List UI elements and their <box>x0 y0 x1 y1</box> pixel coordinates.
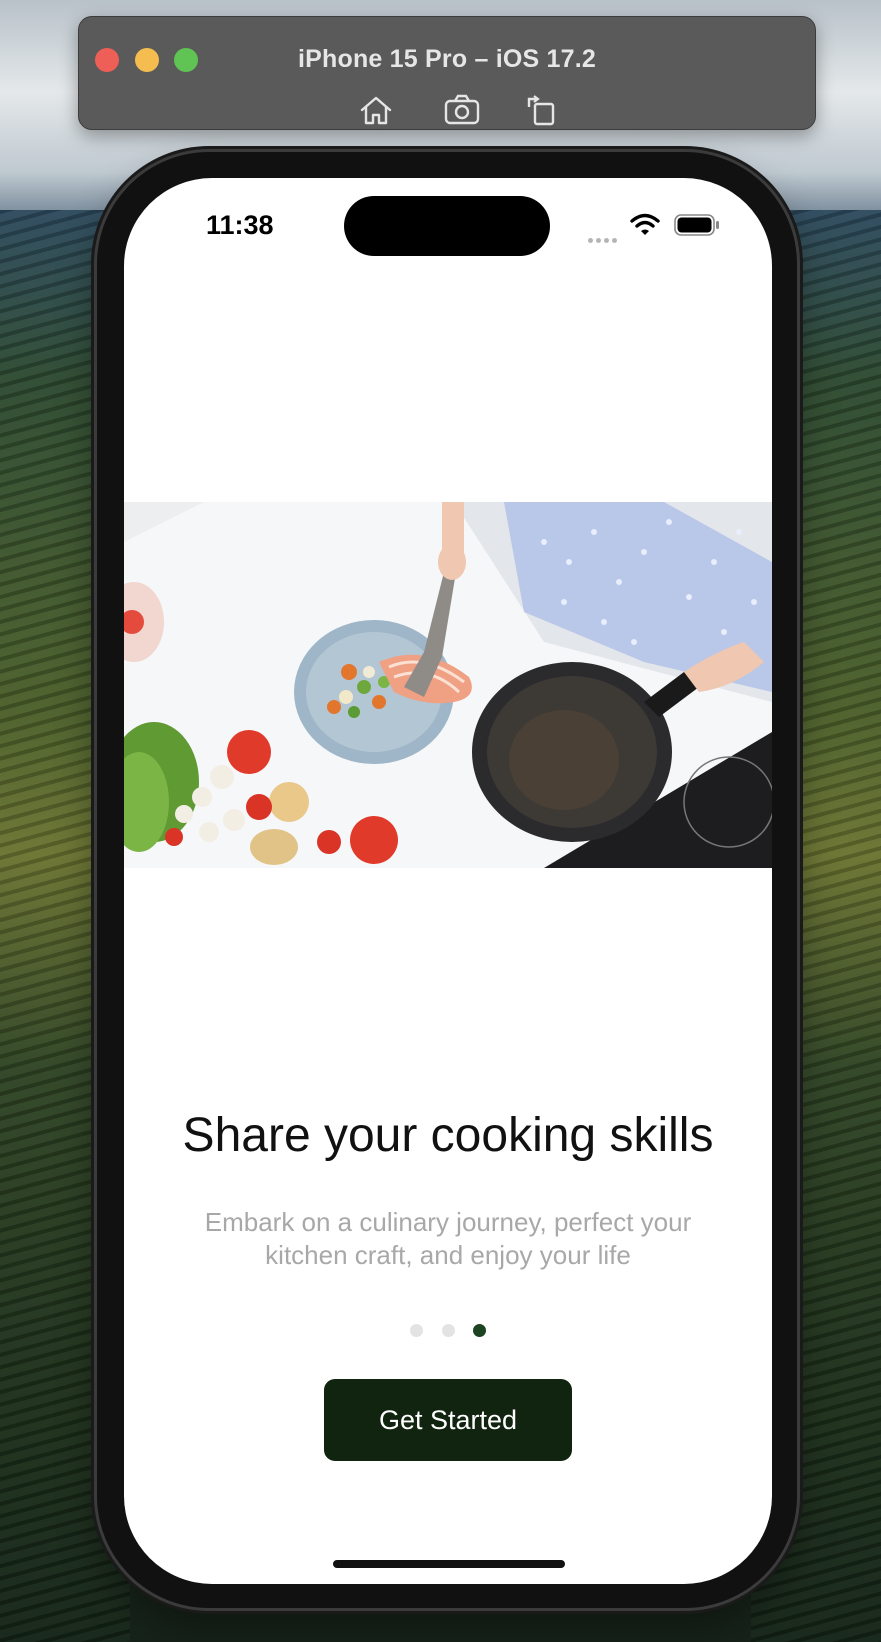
dynamic-island <box>344 196 550 256</box>
simulator-title-bar: iPhone 15 Pro – iOS 17.2 <box>78 16 816 130</box>
battery-icon <box>674 214 719 236</box>
page-dot-2[interactable] <box>441 1324 455 1337</box>
home-indicator[interactable] <box>333 1560 565 1568</box>
onboarding-title: Share your cooking skills <box>182 1109 714 1162</box>
phone-screen: 11:38 Share your cooking skills Embark o… <box>124 178 772 1584</box>
page-dot-1[interactable] <box>410 1324 424 1337</box>
status-time: 11:38 <box>206 210 274 240</box>
signal-icon <box>588 230 620 248</box>
get-started-button[interactable]: Get Started <box>324 1379 572 1461</box>
hero-image <box>124 502 772 868</box>
home-icon[interactable] <box>357 93 395 127</box>
simulator-title: iPhone 15 Pro – iOS 17.2 <box>298 45 596 73</box>
simulator-toolbar <box>79 93 815 127</box>
page-indicator <box>124 1324 772 1342</box>
wifi-icon <box>630 213 660 235</box>
screenshot-icon[interactable] <box>443 93 481 127</box>
onboarding-subtitle: Embark on a culinary journey, perfect yo… <box>204 1207 692 1270</box>
rotate-icon[interactable] <box>522 93 560 127</box>
page-dot-3-active[interactable] <box>472 1324 486 1337</box>
